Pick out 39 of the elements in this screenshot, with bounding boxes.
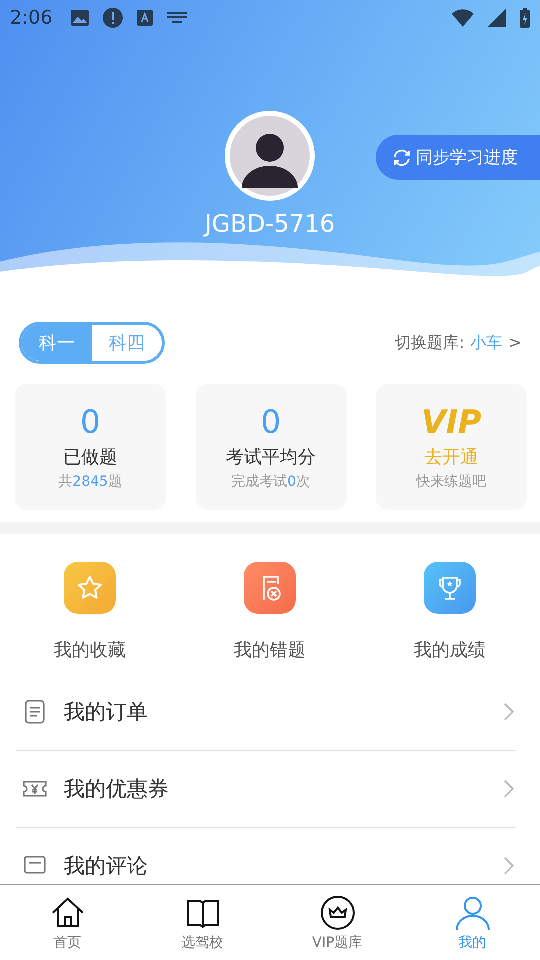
menu-row[interactable]: 我的优惠券 bbox=[16, 751, 516, 828]
chevron-icon bbox=[502, 855, 516, 877]
document-icon bbox=[22, 699, 48, 725]
sync-progress-button[interactable]: 同步学习进度 bbox=[376, 135, 540, 180]
stat-note: 快来练题吧 bbox=[416, 473, 486, 491]
image-icon bbox=[70, 10, 89, 26]
wrong-answer-icon bbox=[242, 560, 298, 616]
stat-note: 共2845题 bbox=[58, 473, 122, 491]
status-time: 2:06 bbox=[10, 7, 53, 29]
crown-icon bbox=[318, 894, 356, 932]
username: JGBD-5716 bbox=[204, 210, 336, 238]
subject-tab[interactable]: 科一 bbox=[22, 325, 92, 361]
stat-label: 已做题 bbox=[64, 446, 118, 469]
stat-value: 0 bbox=[260, 403, 282, 441]
keyboard-icon bbox=[166, 12, 187, 24]
switch-question-bank-link[interactable]: 切换题库: 小车 > bbox=[395, 332, 522, 354]
wifi-icon bbox=[452, 9, 474, 27]
stat-value: 0 bbox=[80, 403, 101, 441]
shortcut-item[interactable]: 我的错题 bbox=[180, 560, 360, 662]
signal-icon bbox=[488, 9, 506, 27]
tab-bar-item[interactable]: VIP题库 bbox=[270, 885, 405, 960]
activate-label: 去开通 bbox=[424, 446, 478, 469]
tab-bar-item[interactable]: 我的 bbox=[405, 885, 540, 960]
chevron-icon bbox=[502, 701, 516, 723]
shortcut-item[interactable]: 我的成绩 bbox=[360, 560, 540, 662]
chevron-icon bbox=[502, 778, 516, 800]
battery-icon bbox=[520, 8, 530, 28]
vip-card[interactable]: VIP 去开通 快来练题吧 bbox=[376, 384, 527, 510]
alert-icon bbox=[102, 8, 123, 28]
tab-bar-item[interactable]: 首页 bbox=[0, 885, 135, 960]
shortcut-item[interactable]: 我的收藏 bbox=[0, 560, 180, 662]
refresh-icon bbox=[392, 148, 412, 168]
menu-row[interactable]: 我的订单 bbox=[16, 674, 516, 751]
vip-label: VIP bbox=[421, 403, 482, 441]
stat-note: 完成考试0次 bbox=[232, 473, 310, 491]
text-input-icon bbox=[136, 10, 153, 26]
tab-bar-item[interactable]: 选驾校 bbox=[135, 885, 270, 960]
trophy-icon bbox=[422, 560, 478, 616]
stat-label: 考试平均分 bbox=[226, 446, 316, 469]
